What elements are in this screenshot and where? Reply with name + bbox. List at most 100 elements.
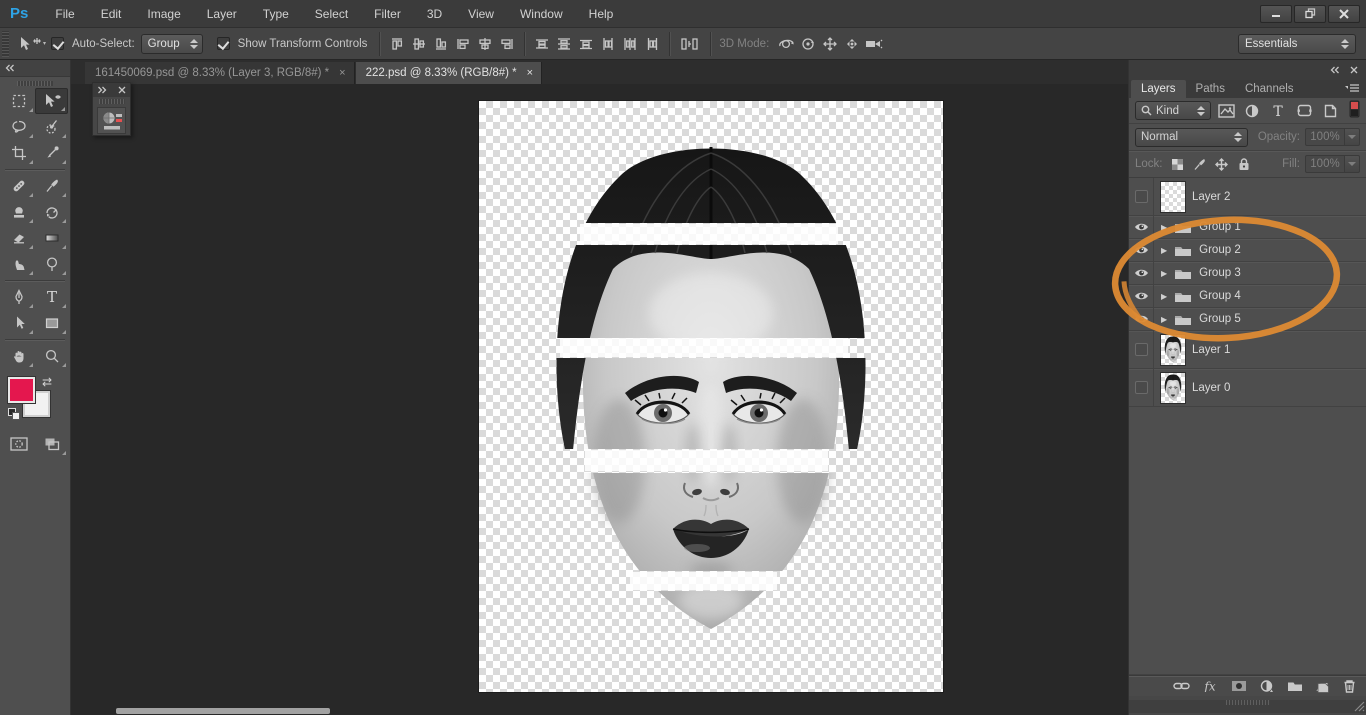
menu-filter[interactable]: Filter — [361, 0, 414, 28]
document-tab-1[interactable]: 161450069.psd @ 8.33% (Layer 3, RGB/8#) … — [85, 62, 355, 84]
visibility-toggle[interactable] — [1129, 308, 1154, 330]
tab-layers[interactable]: Layers — [1131, 80, 1186, 98]
menu-file[interactable]: File — [42, 0, 87, 28]
disclosure-triangle-icon[interactable]: ▶ — [1161, 223, 1167, 232]
expand-panel-icon[interactable] — [97, 86, 107, 94]
distribute-right-edges-icon[interactable] — [641, 33, 663, 55]
roll-3d-camera-icon[interactable] — [797, 33, 819, 55]
orbit-3d-camera-icon[interactable] — [775, 33, 797, 55]
distribute-bottom-edges-icon[interactable] — [575, 33, 597, 55]
show-transform-checkbox[interactable] — [216, 37, 230, 50]
new-layer-icon[interactable] — [1316, 680, 1330, 693]
options-bar-grip[interactable] — [2, 30, 9, 57]
type-layer-filter-icon[interactable]: T — [1267, 100, 1289, 122]
menu-window[interactable]: Window — [507, 0, 576, 28]
menu-select[interactable]: Select — [302, 0, 361, 28]
auto-select-target-dropdown[interactable]: Group — [140, 33, 203, 54]
menu-3d[interactable]: 3D — [414, 0, 455, 28]
lock-transparent-pixels-icon[interactable] — [1167, 153, 1189, 175]
opacity-dropdown-icon[interactable] — [1345, 128, 1360, 146]
tool-clone-stamp[interactable] — [2, 199, 35, 225]
auto-select-checkbox[interactable] — [51, 37, 64, 50]
distribute-top-edges-icon[interactable] — [531, 33, 553, 55]
fill-value[interactable]: 100% — [1305, 155, 1345, 173]
tool-spot-healing-brush[interactable] — [2, 173, 35, 199]
menu-help[interactable]: Help — [576, 0, 627, 28]
visibility-toggle[interactable] — [1129, 285, 1154, 307]
quick-mask-button[interactable] — [2, 431, 35, 457]
menu-type[interactable]: Type — [250, 0, 302, 28]
layer-effects-icon[interactable]: fx — [1203, 680, 1218, 692]
fill-dropdown-icon[interactable] — [1345, 155, 1360, 173]
panel-menu-icon[interactable] — [1344, 83, 1360, 96]
distribute-horizontal-centers-icon[interactable] — [619, 33, 641, 55]
new-group-icon[interactable] — [1287, 680, 1303, 692]
lock-image-pixels-icon[interactable] — [1189, 153, 1211, 175]
align-vertical-centers-icon[interactable] — [408, 33, 430, 55]
visibility-toggle[interactable] — [1129, 178, 1154, 215]
tool-path-selection[interactable] — [2, 310, 35, 336]
filtering-toggle[interactable] — [1349, 100, 1360, 121]
menu-layer[interactable]: Layer — [194, 0, 250, 28]
distribute-spacing-icon[interactable] — [676, 33, 704, 55]
tool-history-brush[interactable] — [35, 199, 68, 225]
layer-row-group5[interactable]: ▶ Group 5 — [1129, 308, 1366, 331]
corner-resize-grip[interactable] — [1354, 701, 1365, 712]
tool-eyedropper[interactable] — [35, 140, 68, 166]
layer-row-layer1[interactable]: Layer 1 — [1129, 331, 1366, 369]
close-button[interactable] — [1328, 4, 1360, 23]
tab-paths[interactable]: Paths — [1186, 80, 1235, 98]
link-layers-icon[interactable] — [1173, 681, 1190, 691]
screen-mode-button[interactable] — [35, 431, 68, 457]
document-canvas[interactable] — [479, 101, 943, 692]
tab-channels[interactable]: Channels — [1235, 80, 1304, 98]
close-dock-icon[interactable] — [1350, 66, 1358, 74]
adjustment-layer-filter-icon[interactable] — [1241, 100, 1263, 122]
shape-layer-filter-icon[interactable] — [1293, 100, 1315, 122]
3d-panel-icon[interactable] — [97, 107, 126, 134]
distribute-vertical-centers-icon[interactable] — [553, 33, 575, 55]
tool-dodge[interactable] — [35, 251, 68, 277]
distribute-left-edges-icon[interactable] — [597, 33, 619, 55]
layer-row-group1[interactable]: ▶ Group 1 — [1129, 216, 1366, 239]
tab-close-icon[interactable]: × — [339, 67, 345, 79]
lock-all-icon[interactable] — [1233, 153, 1255, 175]
layer-row-group4[interactable]: ▶ Group 4 — [1129, 285, 1366, 308]
lock-position-icon[interactable] — [1211, 153, 1233, 175]
visibility-toggle[interactable] — [1129, 216, 1154, 238]
tool-zoom[interactable] — [35, 343, 68, 369]
visibility-toggle[interactable] — [1129, 331, 1154, 368]
collapse-dock-icon[interactable] — [1330, 66, 1340, 74]
tool-brush[interactable] — [35, 173, 68, 199]
align-top-edges-icon[interactable] — [386, 33, 408, 55]
menu-image[interactable]: Image — [134, 0, 193, 28]
opacity-value[interactable]: 100% — [1305, 128, 1345, 146]
close-panel-icon[interactable] — [118, 86, 126, 94]
menu-view[interactable]: View — [455, 0, 507, 28]
menu-edit[interactable]: Edit — [88, 0, 135, 28]
layer-row-layer0[interactable]: Layer 0 — [1129, 369, 1366, 407]
tab-close-icon[interactable]: × — [527, 67, 533, 79]
layer-row-group3[interactable]: ▶ Group 3 — [1129, 262, 1366, 285]
disclosure-triangle-icon[interactable]: ▶ — [1161, 292, 1167, 301]
new-adjustment-layer-icon[interactable] — [1260, 679, 1274, 693]
tool-eraser[interactable] — [2, 225, 35, 251]
tool-pen[interactable] — [2, 284, 35, 310]
visibility-toggle[interactable] — [1129, 262, 1154, 284]
tool-crop[interactable] — [2, 140, 35, 166]
disclosure-triangle-icon[interactable]: ▶ — [1161, 246, 1167, 255]
tool-quick-selection[interactable] — [35, 114, 68, 140]
align-horizontal-centers-icon[interactable] — [474, 33, 496, 55]
restore-button[interactable] — [1294, 4, 1326, 23]
tools-panel-grip[interactable] — [17, 81, 53, 86]
foreground-color-swatch[interactable] — [7, 376, 36, 404]
move-3d-camera-icon[interactable] — [863, 33, 885, 55]
tool-move[interactable] — [35, 88, 68, 114]
disclosure-triangle-icon[interactable]: ▶ — [1161, 269, 1167, 278]
tool-rectangular-marquee[interactable] — [2, 88, 35, 114]
tool-horizontal-type[interactable]: T — [35, 284, 68, 310]
minimize-button[interactable] — [1260, 4, 1292, 23]
tools-panel-header[interactable] — [0, 60, 70, 77]
swap-colors-icon[interactable]: ⇄ — [42, 375, 52, 389]
pixel-layer-filter-icon[interactable] — [1215, 100, 1237, 122]
